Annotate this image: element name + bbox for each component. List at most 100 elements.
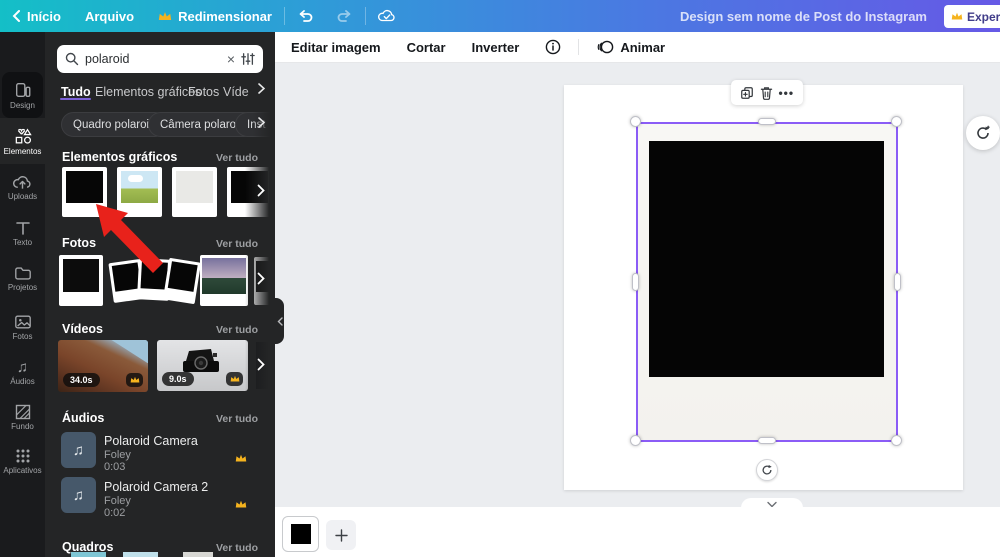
audio-artist: Foley [104, 449, 131, 461]
thumb-photo [202, 257, 246, 295]
sidebar-item-label: Texto [12, 237, 33, 247]
panel-collapse-tab[interactable] [275, 298, 284, 344]
animate-label: Animar [620, 39, 666, 55]
see-all-photos[interactable]: Ver tudo [216, 238, 258, 250]
see-all-audios[interactable]: Ver tudo [216, 413, 258, 425]
resize-handle-bottom-right[interactable] [891, 435, 902, 446]
thumb-photo [121, 171, 158, 203]
photo-thumb-twilight[interactable] [200, 255, 248, 306]
see-all-graphics[interactable]: Ver tudo [216, 152, 258, 164]
save-status-button[interactable] [366, 0, 408, 32]
audio-title[interactable]: Polaroid Camera 2 [104, 480, 208, 494]
pro-crown-icon [235, 500, 247, 509]
undo-button[interactable] [285, 0, 325, 32]
redo-icon [337, 9, 353, 23]
document-title[interactable]: Design sem nome de Post do Instagram [680, 0, 927, 32]
resize-handle-right[interactable] [894, 273, 901, 291]
section-title-photos: Fotos [62, 236, 97, 250]
animate-button[interactable]: Animar [583, 40, 678, 55]
resize-handle-bottom[interactable] [758, 437, 776, 444]
photos-chevron-right-icon[interactable] [257, 272, 265, 285]
apps-grid-icon [15, 448, 31, 464]
info-button[interactable] [532, 39, 574, 55]
page-thumbnail-content [291, 524, 311, 544]
sidebar: Design Elementos Uploads Texto Projetos … [0, 32, 45, 557]
graphics-chevron-right-icon[interactable] [257, 184, 265, 197]
upload-cloud-icon [13, 174, 32, 190]
see-all-frames[interactable]: Ver tudo [216, 542, 258, 554]
clear-search-icon[interactable]: × [227, 51, 235, 67]
video-thumb-camera[interactable]: 9.0s [157, 340, 248, 391]
audio-artist: Foley [104, 495, 131, 507]
resize-button[interactable]: Redimensionar [146, 0, 284, 32]
search-icon [65, 52, 79, 66]
sidebar-item-fotos[interactable]: Fotos [0, 304, 45, 350]
audio-duration: 0:03 [104, 461, 126, 473]
resize-handle-top-right[interactable] [891, 116, 902, 127]
sidebar-item-design[interactable]: Design [2, 72, 43, 118]
crown-icon [158, 11, 172, 22]
graphic-thumb-polaroid-empty[interactable] [172, 167, 217, 217]
crown-icon [951, 12, 963, 21]
file-menu[interactable]: Arquivo [73, 0, 146, 32]
sidebar-item-aplicativos[interactable]: Aplicativos [0, 438, 45, 484]
audio-title[interactable]: Polaroid Camera [104, 434, 198, 448]
refresh-suggestion-button[interactable] [966, 116, 1000, 150]
duplicate-button[interactable] [740, 86, 754, 100]
rotate-handle[interactable] [756, 459, 778, 481]
photo-thumb-three-polaroids[interactable] [108, 257, 202, 305]
videos-chevron-right-icon[interactable] [257, 358, 265, 371]
thumb-photo [62, 259, 100, 292]
video-duration-badge: 9.0s [162, 372, 194, 386]
resize-handle-top[interactable] [758, 118, 776, 125]
photo-thumb-polaroid[interactable] [59, 255, 103, 306]
page-thumbnail-1[interactable] [282, 516, 319, 552]
cloud-check-icon [378, 9, 396, 23]
active-tab-underline [60, 98, 91, 100]
redo-button[interactable] [325, 0, 365, 32]
see-all-videos[interactable]: Ver tudo [216, 324, 258, 336]
sidebar-item-elementos[interactable]: Elementos [0, 118, 45, 164]
editor-toolbar: Editar imagem Cortar Inverter Animar [275, 32, 1000, 63]
filter-icon[interactable] [241, 52, 255, 66]
audio-duration: 0:02 [104, 507, 126, 519]
resize-handle-left[interactable] [632, 273, 639, 291]
frame-thumb-partial[interactable] [123, 552, 158, 557]
chips-chevron-right-icon[interactable] [258, 117, 265, 128]
tabs-chevron-right-icon[interactable] [258, 83, 265, 94]
audio-item-play-tile[interactable]: ♫ [61, 432, 96, 468]
tab-elementos-graficos[interactable]: Elementos gráficos [95, 85, 201, 99]
upgrade-button[interactable]: Experim [944, 5, 1000, 28]
tab-fotos[interactable]: Fotos [188, 85, 219, 99]
design-icon [14, 81, 32, 99]
crop-button[interactable]: Cortar [394, 40, 459, 55]
graphic-thumb-polaroid-landscape[interactable] [117, 167, 162, 217]
sidebar-item-label: Projetos [7, 283, 38, 292]
resize-handle-top-left[interactable] [630, 116, 641, 127]
frame-thumb-partial[interactable] [71, 552, 106, 557]
back-home-button[interactable]: Início [0, 0, 73, 32]
delete-button[interactable] [760, 86, 773, 100]
edit-image-button[interactable]: Editar imagem [278, 40, 394, 55]
tab-tudo[interactable]: Tudo [61, 85, 91, 99]
sidebar-item-label: Fundo [11, 421, 34, 431]
sidebar-item-audios[interactable]: ♫ Áudios [0, 350, 45, 396]
resize-handle-bottom-left[interactable] [630, 435, 641, 446]
sidebar-item-uploads[interactable]: Uploads [0, 164, 45, 210]
sky-shape [111, 340, 148, 364]
sidebar-item-texto[interactable]: Texto [0, 210, 45, 256]
add-page-button[interactable] [326, 520, 356, 550]
flip-button[interactable]: Inverter [459, 40, 533, 55]
frame-thumb-partial[interactable] [183, 552, 213, 557]
polaroid-frame-element[interactable] [637, 123, 897, 441]
sidebar-item-projetos[interactable]: Projetos [0, 256, 45, 302]
graphic-thumb-polaroid-black[interactable] [62, 167, 107, 217]
section-title-videos: Vídeos [62, 322, 103, 336]
music-note-icon: ♫ [16, 359, 29, 376]
rotate-icon [762, 464, 772, 475]
video-thumb-mountain[interactable]: 34.0s [58, 340, 148, 392]
audio-item-play-tile[interactable]: ♫ [61, 477, 96, 513]
more-options-button[interactable]: ••• [778, 86, 794, 100]
sidebar-item-fundo[interactable]: Fundo [0, 394, 45, 440]
search-input[interactable] [85, 52, 221, 66]
